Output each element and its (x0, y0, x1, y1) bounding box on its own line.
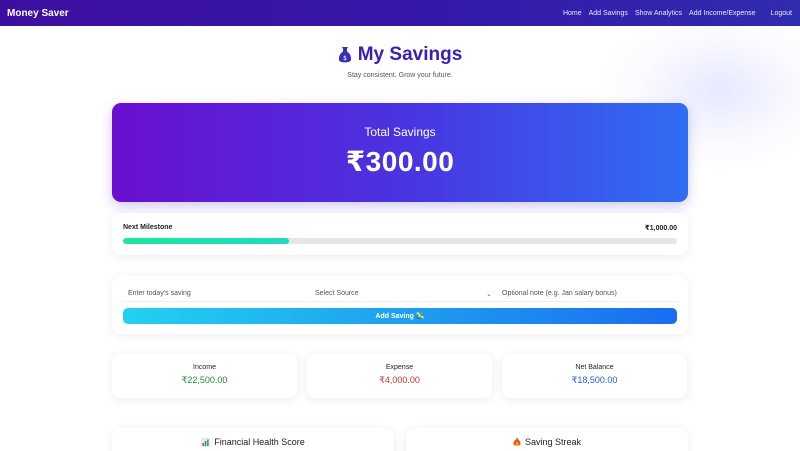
title-row: $ My Savings (0, 44, 800, 66)
source-select-value: Select Source (315, 290, 359, 297)
income-label: Income (193, 364, 216, 371)
saving-amount-input[interactable]: Enter today's saving (123, 286, 310, 302)
net-balance-label: Net Balance (575, 364, 614, 371)
milestone-card: Next Milestone ₹1,000.00 (112, 213, 688, 255)
saving-streak-card: Saving Streak (406, 428, 688, 451)
milestone-target: ₹1,000.00 (644, 225, 677, 232)
financial-health-title-row: Financial Health Score (112, 437, 394, 447)
total-savings-amount: ₹300.00 (345, 146, 455, 177)
saving-streak-title: Saving Streak (524, 437, 582, 447)
fire-icon (513, 437, 521, 447)
financial-health-card: Financial Health Score (112, 428, 394, 451)
nav-add-income-expense[interactable]: Add Income/Expense (689, 10, 756, 17)
nav-logout[interactable]: Logout (771, 10, 792, 17)
add-saving-form: Enter today's saving Select Source ⌄ Opt… (112, 276, 688, 334)
money-bag-icon: $ (338, 46, 352, 64)
page-title: My Savings (357, 44, 463, 65)
chevron-down-icon: ⌄ (486, 290, 492, 298)
milestone-label: Next Milestone (123, 224, 173, 231)
expense-card: Expense ₹4,000.00 (307, 354, 492, 398)
net-balance-card: Net Balance ₹18,500.00 (502, 354, 687, 398)
milestone-progress-fill (123, 238, 290, 244)
brand-logo[interactable]: Money Saver (7, 8, 69, 19)
add-saving-button[interactable]: Add Saving 💸 (123, 308, 677, 324)
milestone-progress-track (123, 238, 677, 244)
financial-health-title: Financial Health Score (214, 437, 305, 447)
navbar: Money Saver Home Add Savings Show Analyt… (0, 0, 800, 26)
nav-add-savings[interactable]: Add Savings (589, 10, 628, 17)
saving-streak-title-row: Saving Streak (406, 437, 688, 447)
bar-chart-icon (201, 437, 211, 447)
nav-links: Home Add Savings Show Analytics Add Inco… (563, 10, 792, 17)
page-subtitle: Stay consistent. Grow your future. (347, 72, 453, 79)
expense-value: ₹4,000.00 (379, 375, 420, 385)
total-savings-label: Total Savings (364, 125, 436, 139)
source-select[interactable]: Select Source ⌄ (310, 286, 497, 302)
note-input[interactable]: Optional note (e.g. Jan salary bonus) (497, 286, 677, 302)
nav-show-analytics[interactable]: Show Analytics (635, 10, 682, 17)
nav-home[interactable]: Home (563, 10, 582, 17)
income-card: Income ₹22,500.00 (112, 354, 297, 398)
svg-text:$: $ (343, 55, 347, 62)
income-value: ₹22,500.00 (181, 375, 228, 385)
milestone-row: Next Milestone ₹1,000.00 (123, 224, 677, 232)
expense-label: Expense (385, 364, 414, 371)
net-balance-value: ₹18,500.00 (571, 375, 618, 385)
total-savings-card: Total Savings ₹300.00 (112, 103, 688, 202)
page-header: $ My Savings Stay consistent. Grow your … (0, 44, 800, 79)
form-row: Enter today's saving Select Source ⌄ Opt… (123, 286, 677, 302)
